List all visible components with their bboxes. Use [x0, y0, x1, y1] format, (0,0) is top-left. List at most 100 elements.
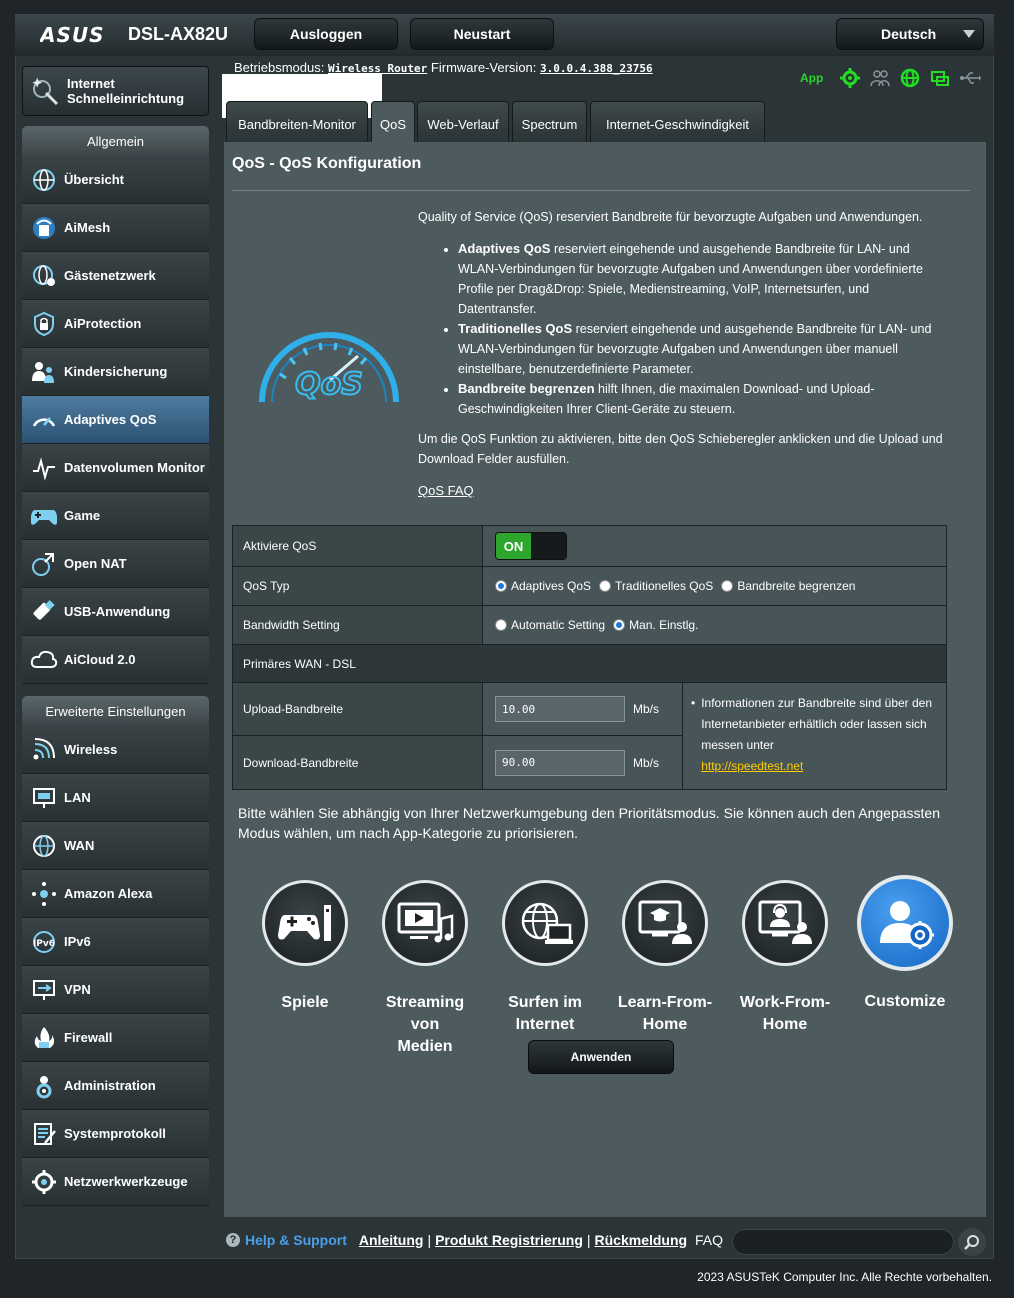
svg-text:QoS: QoS: [295, 367, 363, 402]
sidebar-item-label: Open NAT: [64, 556, 127, 571]
faq-label: FAQ: [695, 1232, 724, 1248]
app-link[interactable]: App: [800, 71, 823, 85]
mode-customize[interactable]: Customize: [850, 875, 960, 1013]
sidebar-item-label: USB-Anwendung: [64, 604, 171, 619]
tab-internet-speed[interactable]: Internet-Geschwindigkeit: [590, 101, 765, 142]
toggle-on-label: ON: [496, 533, 531, 559]
globe-icon: [24, 167, 64, 193]
sidebar-item-adaptives-qos[interactable]: Adaptives QoS: [22, 396, 209, 444]
sidebar-item-übersicht[interactable]: Übersicht: [22, 156, 209, 204]
gear-status-icon[interactable]: [839, 68, 861, 88]
sidebar-item-wireless[interactable]: Wireless: [22, 726, 209, 774]
mode-work-label: Work-From-: [739, 994, 831, 1011]
bandwidth-setting-label: Bandwidth Setting: [233, 606, 483, 644]
sidebar-advanced-menu: Wireless LAN WAN Amazon Alexa IPv6 IPv6 VPN Fir…: [22, 726, 209, 1206]
radio-traditional-qos[interactable]: Traditionelles QoS: [599, 579, 713, 593]
sidebar-item-kindersicherung[interactable]: Kindersicherung: [22, 348, 209, 396]
speedtest-link[interactable]: http://speedtest.net: [701, 759, 803, 773]
radio-manual-setting[interactable]: Man. Einstlg.: [613, 618, 698, 632]
mode-intro-text: Bitte wählen Sie abhängig von Ihrer Netz…: [238, 805, 941, 841]
tab-qos[interactable]: QoS: [371, 101, 415, 142]
radio-adaptive-qos[interactable]: Adaptives QoS: [495, 579, 591, 593]
quick-setup-label: Internet Schnelleinrichtung: [67, 76, 185, 106]
activate-hint: Um die QoS Funktion zu aktivieren, bitte…: [418, 432, 943, 466]
apply-button[interactable]: Anwenden: [528, 1040, 674, 1074]
clients-status-icon[interactable]: [869, 68, 891, 88]
download-label: Download-Bandbreite: [233, 736, 483, 789]
tab-spectrum[interactable]: Spectrum: [512, 101, 587, 142]
feature-traditional: Traditionelles QoS reserviert eingehende…: [458, 319, 948, 379]
quick-internet-setup-button[interactable]: Internet Schnelleinrichtung: [22, 66, 209, 116]
restart-button[interactable]: Neustart: [410, 18, 554, 50]
usb-icon: [24, 599, 64, 625]
radio-bandwidth-limiter[interactable]: Bandbreite begrenzen: [721, 579, 855, 593]
search-icon[interactable]: [958, 1228, 986, 1256]
sidebar-item-label: Adaptives QoS: [64, 412, 157, 427]
qos-feature-list: Adaptives QoS reserviert eingehende und …: [458, 239, 948, 419]
sidebar-item-vpn[interactable]: VPN: [22, 966, 209, 1014]
sidebar-item-aimesh[interactable]: AiMesh: [22, 204, 209, 252]
sidebar-item-firewall[interactable]: Firewall: [22, 1014, 209, 1062]
row-download: Download-Bandbreite 90.00 Mb/s: [233, 736, 682, 789]
mode-streaming-label: Streaming von: [385, 994, 465, 1033]
mode-work-from-home[interactable]: Work-From- Home: [730, 880, 840, 1036]
mode-learn-from-home[interactable]: Learn-From- Home: [610, 880, 720, 1036]
sidebar-item-datenvolumen-monitor[interactable]: Datenvolumen Monitor: [22, 444, 209, 492]
sidebar-general-header: Allgemein: [22, 126, 209, 156]
sidebar-item-label: Wireless: [64, 742, 118, 757]
mode-streaming[interactable]: Streaming von Medien: [370, 880, 480, 1058]
sidebar-item-ipv6[interactable]: IPv6 IPv6: [22, 918, 209, 966]
work-icon: [742, 880, 828, 966]
sidebar-item-administration[interactable]: Administration: [22, 1062, 209, 1110]
sidebar-item-aicloud-2-0[interactable]: AiCloud 2.0: [22, 636, 209, 684]
sidebar-item-wan[interactable]: WAN: [22, 822, 209, 870]
logout-button[interactable]: Ausloggen: [254, 18, 398, 50]
mode-surfing[interactable]: Surfen im Internet: [490, 880, 600, 1036]
wifi-status-icon[interactable]: [929, 68, 951, 88]
radio-dot: [599, 580, 612, 592]
language-select[interactable]: Deutsch: [836, 18, 984, 50]
language-value: Deutsch: [881, 26, 937, 42]
status-icons: App: [800, 68, 982, 88]
sidebar-item-game[interactable]: Game: [22, 492, 209, 540]
firmware-value-link[interactable]: 3.0.0.4.388_23756: [540, 62, 653, 75]
bandwidth-info: • Informationen zur Bandbreite sind über…: [682, 683, 946, 789]
sidebar-item-label: Gästenetzwerk: [64, 268, 156, 283]
asus-logo: ASUS: [38, 22, 114, 50]
internet-status-icon[interactable]: [899, 68, 921, 88]
enable-qos-label: Aktiviere QoS: [233, 526, 483, 566]
radio-dot: [495, 580, 507, 592]
sidebar-item-open-nat[interactable]: Open NAT: [22, 540, 209, 588]
cloud-icon: [24, 649, 64, 671]
tab-web-history[interactable]: Web-Verlauf: [417, 101, 509, 142]
mode-games[interactable]: Spiele: [250, 880, 360, 1014]
svg-text:IPv6: IPv6: [33, 939, 55, 949]
radio-automatic-setting[interactable]: Automatic Setting: [495, 618, 605, 632]
sidebar-item-amazon-alexa[interactable]: Amazon Alexa: [22, 870, 209, 918]
tab-bandwidth-monitor[interactable]: Bandbreiten-Monitor: [226, 101, 368, 142]
copyright: 2023 ASUSTeK Computer Inc. Alle Rechte v…: [697, 1270, 992, 1284]
download-unit: Mb/s: [633, 755, 660, 770]
wan-globe-icon: [24, 833, 64, 859]
feedback-link[interactable]: Rückmeldung: [595, 1232, 688, 1248]
upload-input[interactable]: 10.00: [495, 696, 625, 722]
sidebar-item-aiprotection[interactable]: AiProtection: [22, 300, 209, 348]
sidebar-item-label: Administration: [64, 1078, 156, 1093]
faq-search-input[interactable]: [732, 1229, 954, 1255]
sidebar-item-netzwerkwerkzeuge[interactable]: Netzwerkwerkzeuge: [22, 1158, 209, 1206]
sidebar-item-gästenetzwerk[interactable]: Gästenetzwerk: [22, 252, 209, 300]
sidebar-item-usb-anwendung[interactable]: USB-Anwendung: [22, 588, 209, 636]
sidebar-general-menu: Übersicht AiMesh Gästenetzwerk AiProtection…: [22, 156, 209, 684]
page-title: QoS - QoS Konfiguration: [232, 155, 422, 172]
sidebar-item-lan[interactable]: LAN: [22, 774, 209, 822]
product-registration-link[interactable]: Produkt Registrierung: [435, 1232, 583, 1248]
sidebar-item-systemprotokoll[interactable]: Systemprotokoll: [22, 1110, 209, 1158]
row-upload: Upload-Bandbreite 10.00 Mb/s: [233, 683, 682, 736]
qos-faq-link[interactable]: QoS FAQ: [418, 483, 474, 498]
system-log-icon: [24, 1121, 64, 1147]
manual-link[interactable]: Anleitung: [359, 1232, 424, 1248]
qos-toggle[interactable]: ON: [495, 532, 567, 560]
usb-status-icon[interactable]: [959, 68, 982, 88]
download-input[interactable]: 90.00: [495, 749, 625, 776]
sidebar-item-label: VPN: [64, 982, 91, 997]
